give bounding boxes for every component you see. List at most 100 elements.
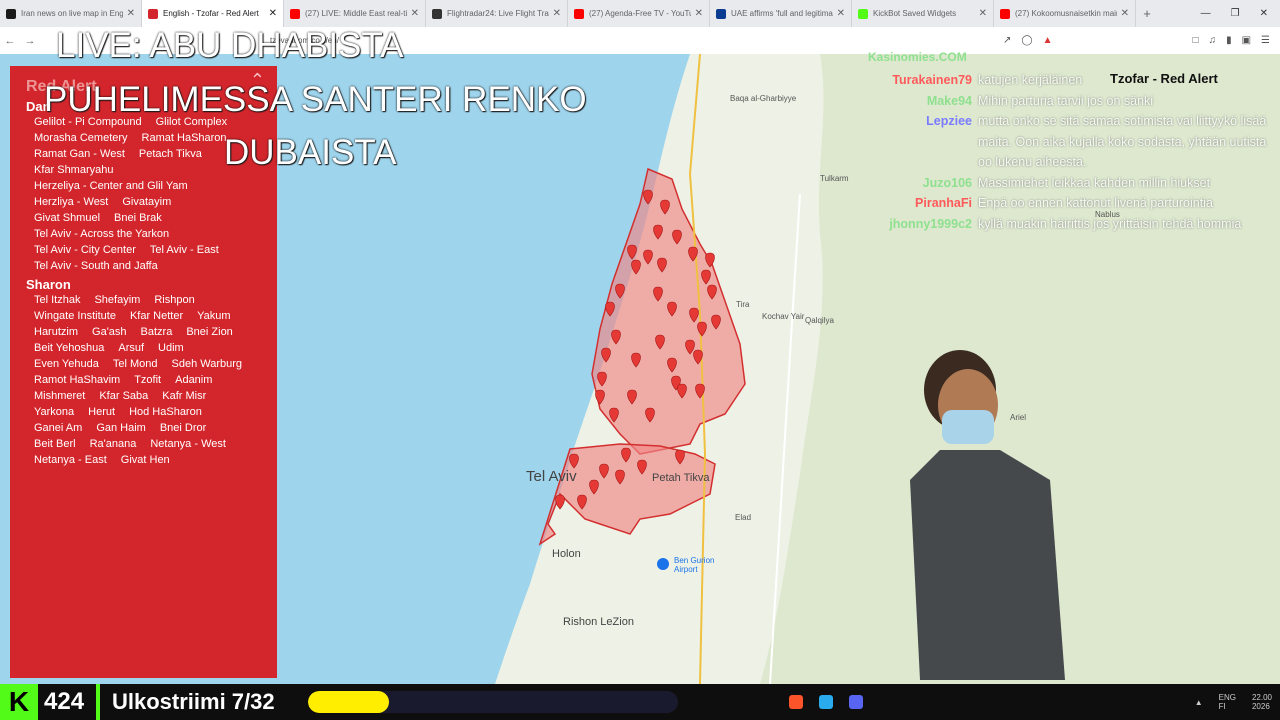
alert-area[interactable]: Kafr Misr [162, 388, 206, 404]
alert-area[interactable]: Tel Aviv - City Center [34, 242, 136, 258]
place-ben-gurion: Ben Gurion Airport [674, 556, 715, 574]
toolbar-icons: ↗ ◯ ▲ □ ♫ ▮ ▣ ☰ [1003, 35, 1280, 46]
alert-area[interactable]: Shefayim [94, 292, 140, 308]
chat-text: Enpä oo ennen kattonut livenä parturoint… [978, 196, 1213, 210]
alert-area[interactable]: Netanya - West [150, 436, 226, 452]
wifi-icon[interactable]: ▲ [1195, 698, 1203, 707]
tab-6[interactable]: KickBot Saved Widgets ✕ [852, 0, 994, 27]
tab-3[interactable]: Flightradar24: Live Flight Tracker ✕ [426, 0, 568, 27]
chat-nick: Lepziee [926, 114, 972, 128]
alert-area[interactable]: Netanya - East [34, 452, 107, 468]
forward-icon[interactable]: → [20, 35, 40, 47]
alert-area[interactable]: Herzeliya - Center and Glil Yam [34, 178, 188, 194]
alert-area[interactable]: Rishpon [154, 292, 194, 308]
alert-area[interactable]: Ra'anana [90, 436, 137, 452]
alert-area[interactable]: Sdeh Warburg [172, 356, 243, 372]
lang-label[interactable]: ENG [1219, 693, 1236, 702]
alert-area[interactable]: Hod HaSharon [129, 404, 202, 420]
alert-area[interactable]: Morasha Cemetery [34, 130, 128, 146]
alert-area[interactable]: Even Yehuda [34, 356, 99, 372]
close-tab-icon[interactable]: ✕ [837, 8, 845, 19]
alert-area[interactable]: Adanim [175, 372, 212, 388]
close-tab-icon[interactable]: ✕ [127, 8, 135, 19]
close-tab-icon[interactable]: ✕ [979, 8, 987, 19]
sidebar-icon[interactable]: ▮ [1226, 35, 1232, 46]
alert-area[interactable]: Arsuf [118, 340, 144, 356]
close-window-button[interactable]: ✕ [1260, 8, 1268, 19]
chat-message: jhonny1999c2 kyllä muakin häirittis jos y… [870, 214, 1275, 235]
alert-area[interactable]: Givat Hen [121, 452, 170, 468]
close-tab-icon[interactable]: ✕ [411, 8, 419, 19]
minimize-button[interactable]: — [1201, 8, 1211, 19]
wallet-icon[interactable]: ▣ [1242, 35, 1251, 46]
alert-area[interactable]: Ramot HaShavim [34, 372, 120, 388]
alert-area[interactable]: Tel Itzhak [34, 292, 80, 308]
alert-area[interactable]: Tel Mond [113, 356, 158, 372]
close-tab-icon[interactable]: ✕ [269, 8, 277, 19]
teams-icon[interactable] [848, 695, 863, 709]
tab-0[interactable]: Iran news on live map in English ✕ [0, 0, 142, 27]
favicon-icon [858, 8, 868, 19]
alert-pin-icon[interactable] [555, 494, 565, 510]
airport-icon [657, 558, 669, 570]
tab-5[interactable]: UAE affirms 'full and legitimate ✕ [710, 0, 852, 27]
telegram-icon[interactable] [818, 695, 833, 709]
place-baqa: Baqa al-Gharbiyye [730, 94, 797, 103]
alert-area[interactable]: Harutzim [34, 324, 78, 340]
progress-bar [308, 691, 678, 713]
alert-area[interactable]: Tzofit [134, 372, 161, 388]
favicon-icon [716, 8, 726, 19]
alert-area[interactable]: Kfar Saba [99, 388, 148, 404]
extensions-icon[interactable]: □ [1193, 35, 1199, 46]
place-rishon: Rishon LeZion [563, 616, 634, 628]
alert-area[interactable]: Ga'ash [92, 324, 127, 340]
alert-area[interactable]: Petach Tikva [139, 146, 202, 162]
clock-time[interactable]: 22.00 [1252, 693, 1272, 702]
close-tab-icon[interactable]: ✕ [553, 8, 561, 19]
alert-area[interactable]: Gan Haim [96, 420, 146, 436]
alert-area[interactable]: Batzra [141, 324, 173, 340]
menu-icon[interactable]: ☰ [1261, 35, 1270, 46]
restore-button[interactable]: ❐ [1231, 8, 1240, 19]
share-icon[interactable]: ↗ [1003, 35, 1011, 46]
alert-area[interactable]: Bnei Zion [186, 324, 232, 340]
alert-area[interactable]: Ramat Gan - West [34, 146, 125, 162]
alert-area[interactable]: Kfar Shmaryahu [34, 162, 113, 178]
brave-icon[interactable] [788, 695, 803, 709]
warning-icon[interactable]: ▲ [1043, 35, 1053, 46]
close-tab-icon[interactable]: ✕ [1121, 8, 1129, 19]
sponsor-label: Kasinomies.COM [868, 50, 967, 64]
alert-area[interactable]: Beit Berl [34, 436, 76, 452]
alert-area[interactable]: Ganei Am [34, 420, 82, 436]
alert-area[interactable]: Mishmeret [34, 388, 85, 404]
alert-area[interactable]: Herut [88, 404, 115, 420]
alert-area[interactable]: Beit Yehoshua [34, 340, 104, 356]
alert-area[interactable]: Givatayim [122, 194, 171, 210]
close-tab-icon[interactable]: ✕ [695, 8, 703, 19]
music-icon[interactable]: ♫ [1209, 35, 1217, 46]
tab-7[interactable]: (27) Kokoomusnaisetkin main ✕ [994, 0, 1136, 27]
alert-area[interactable]: Tel Aviv - Across the Yarkon [34, 226, 169, 242]
alert-area[interactable]: Bnei Dror [160, 420, 206, 436]
stream-status-bar: K 424 Ulkostriimi 7/32 ▲ ENG FI 22.00 2026 [0, 684, 1280, 720]
alert-area-list: Tel Itzhak Shefayim Rishpon Wingate Institu… [34, 292, 261, 468]
tab-1[interactable]: English - Tzofar - Red Alert ✕ [142, 0, 284, 27]
back-icon[interactable]: ← [0, 35, 20, 47]
alert-area[interactable]: Yarkona [34, 404, 74, 420]
new-tab-button[interactable]: + [1136, 6, 1158, 21]
tab-2[interactable]: (27) LIVE: Middle East real-time ✕ [284, 0, 426, 27]
alert-area[interactable]: Ramat HaSharon [142, 130, 227, 146]
alert-area[interactable]: Bnei Brak [114, 210, 162, 226]
alert-area[interactable]: Tel Aviv - South and Jaffa [34, 258, 158, 274]
alert-area[interactable]: Yakum [197, 308, 230, 324]
alert-area[interactable]: Udim [158, 340, 184, 356]
chat-message: Turakainen79 katujen kerjäläinen [870, 70, 1275, 91]
shield-icon[interactable]: ◯ [1021, 35, 1032, 46]
alert-area[interactable]: Wingate Institute [34, 308, 116, 324]
alert-area[interactable]: Kfar Netter [130, 308, 183, 324]
alert-area[interactable]: Givat Shmuel [34, 210, 100, 226]
screen: Iran news on live map in English✕English… [0, 0, 1280, 720]
tab-4[interactable]: (27) Agenda-Free TV - YouTube ✕ [568, 0, 710, 27]
alert-area[interactable]: Herzliya - West [34, 194, 108, 210]
alert-area[interactable]: Tel Aviv - East [150, 242, 219, 258]
